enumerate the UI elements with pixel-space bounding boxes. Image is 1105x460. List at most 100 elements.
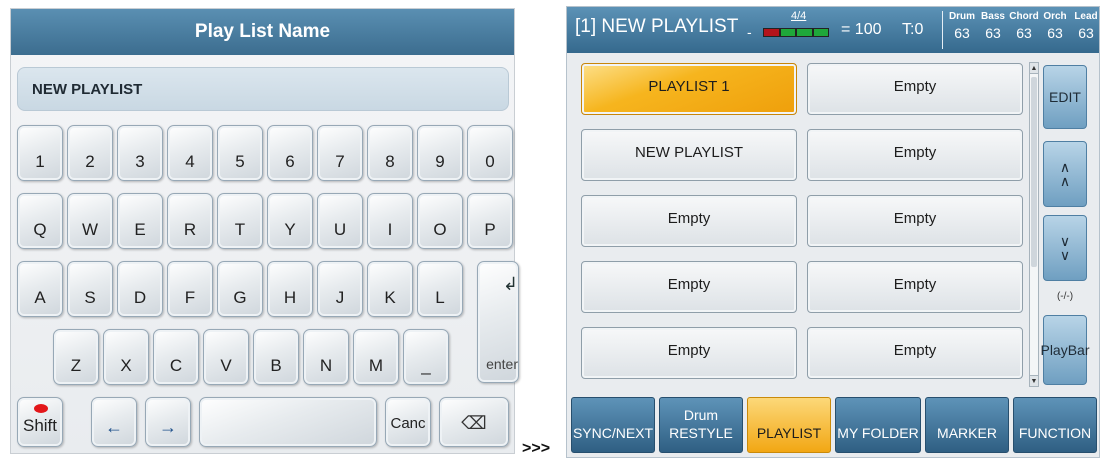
key-t[interactable]: T	[217, 193, 263, 249]
key-k[interactable]: K	[367, 261, 413, 317]
volume-bass: Bass 63	[976, 11, 1010, 41]
key-label: Q	[33, 220, 47, 239]
key-label: 9	[435, 152, 445, 171]
key-y[interactable]: Y	[267, 193, 313, 249]
key-label: 2	[85, 152, 95, 171]
name-entry-panel: Play List Name NEW PLAYLIST 1 2 3 4 5 6 7 8 9 0 Q W…	[10, 8, 519, 454]
key-label: D	[133, 288, 147, 307]
cancel-key[interactable]: Canc	[385, 397, 431, 447]
key-s[interactable]: S	[67, 261, 113, 317]
key-4[interactable]: 4	[167, 125, 213, 181]
shift-label: Shift	[22, 416, 58, 435]
key-f[interactable]: F	[167, 261, 213, 317]
key-p[interactable]: P	[467, 193, 513, 249]
key-label: G	[233, 288, 247, 307]
key-5[interactable]: 5	[217, 125, 263, 181]
page-down-button[interactable]: ∨ ∨	[1043, 215, 1087, 281]
tab-drum[interactable]: Drum RESTYLE	[659, 397, 743, 453]
page-indicator: (-/-)	[1056, 291, 1074, 302]
double-chevron-down-icon: ∨ ∨	[1059, 233, 1071, 263]
volume-chord: Chord 63	[1007, 11, 1041, 41]
key-a[interactable]: A	[17, 261, 63, 317]
playlist-name-field[interactable]: NEW PLAYLIST	[17, 67, 509, 111]
beat-meter	[763, 28, 829, 37]
key-label: Z	[70, 356, 82, 375]
tab-my-folder[interactable]: MY FOLDER	[835, 397, 921, 453]
key-x[interactable]: X	[103, 329, 149, 385]
key-c[interactable]: C	[153, 329, 199, 385]
backspace-icon: ⌫	[461, 413, 487, 433]
playlist-slot[interactable]: PLAYLIST 1	[581, 63, 797, 115]
tab-label-line1: MY FOLDER	[837, 425, 919, 441]
playlist-slot[interactable]: Empty	[807, 129, 1023, 181]
playlist-slot[interactable]: Empty	[581, 261, 797, 313]
key-o[interactable]: O	[417, 193, 463, 249]
playbar-label: PlayBar	[1040, 342, 1090, 358]
key-label: 0	[485, 152, 495, 171]
playlist-slot[interactable]: Empty	[807, 195, 1023, 247]
scroll-down-icon[interactable]: ▼	[1029, 375, 1039, 387]
space-key[interactable]	[199, 397, 377, 447]
key-e[interactable]: E	[117, 193, 163, 249]
key-label: _	[421, 356, 431, 375]
key-d[interactable]: D	[117, 261, 163, 317]
tab-sync-next[interactable]: SYNC/NEXT	[571, 397, 655, 453]
key-n[interactable]: N	[303, 329, 349, 385]
key-j[interactable]: J	[317, 261, 363, 317]
key-6[interactable]: 6	[267, 125, 313, 181]
shift-key[interactable]: Shift	[17, 397, 63, 447]
scroll-thumb[interactable]	[1031, 77, 1037, 267]
cursor-right-key[interactable]: →	[145, 397, 191, 447]
key-r[interactable]: R	[167, 193, 213, 249]
key-2[interactable]: 2	[67, 125, 113, 181]
tab-label-line1: FUNCTION	[1018, 425, 1092, 441]
playlist-slot[interactable]: Empty	[807, 63, 1023, 115]
key-label: R	[183, 220, 197, 239]
playlist-slot[interactable]: Empty	[807, 327, 1023, 379]
key-h[interactable]: H	[267, 261, 313, 317]
tab-playlist[interactable]: PLAYLIST	[747, 397, 831, 453]
enter-key[interactable]: ↲ enter	[477, 261, 519, 383]
tab-label-line1: Drum	[683, 407, 719, 423]
key-0[interactable]: 0	[467, 125, 513, 181]
backspace-key[interactable]: ⌫	[439, 397, 509, 447]
key-underscore[interactable]: _	[403, 329, 449, 385]
volume-name: Lead	[1074, 11, 1098, 22]
scroll-up-icon[interactable]: ▲	[1029, 62, 1039, 74]
tab-marker[interactable]: MARKER	[925, 397, 1009, 453]
shift-indicator-icon	[34, 404, 48, 413]
key-v[interactable]: V	[203, 329, 249, 385]
playlist-slot[interactable]: Empty	[581, 195, 797, 247]
tempo-display: = 100	[841, 21, 882, 38]
key-i[interactable]: I	[367, 193, 413, 249]
playbar-button[interactable]: PlayBar	[1040, 315, 1090, 385]
key-label: 5	[235, 152, 245, 171]
transition-arrows: >>>	[522, 440, 551, 457]
volume-name: Orch	[1043, 11, 1067, 22]
playlist-slot[interactable]: NEW PLAYLIST	[581, 129, 797, 181]
key-m[interactable]: M	[353, 329, 399, 385]
key-label: 8	[385, 152, 395, 171]
cursor-left-key[interactable]: ←	[91, 397, 137, 447]
page-up-button[interactable]: ∧ ∧	[1043, 141, 1087, 207]
key-8[interactable]: 8	[367, 125, 413, 181]
key-7[interactable]: 7	[317, 125, 363, 181]
edit-button[interactable]: EDIT	[1043, 65, 1087, 129]
key-u[interactable]: U	[317, 193, 363, 249]
volume-value: 63	[1047, 25, 1063, 41]
key-g[interactable]: G	[217, 261, 263, 317]
key-q[interactable]: Q	[17, 193, 63, 249]
key-3[interactable]: 3	[117, 125, 163, 181]
key-w[interactable]: W	[67, 193, 113, 249]
scrollbar[interactable]: ▲ ▼	[1029, 62, 1039, 387]
key-1[interactable]: 1	[17, 125, 63, 181]
key-l[interactable]: L	[417, 261, 463, 317]
key-b[interactable]: B	[253, 329, 299, 385]
playlist-slot[interactable]: Empty	[581, 327, 797, 379]
volume-name: Bass	[981, 11, 1005, 22]
playlist-slot[interactable]: Empty	[807, 261, 1023, 313]
key-9[interactable]: 9	[417, 125, 463, 181]
tab-function[interactable]: FUNCTION	[1013, 397, 1097, 453]
cancel-label: Canc	[390, 415, 426, 432]
key-z[interactable]: Z	[53, 329, 99, 385]
